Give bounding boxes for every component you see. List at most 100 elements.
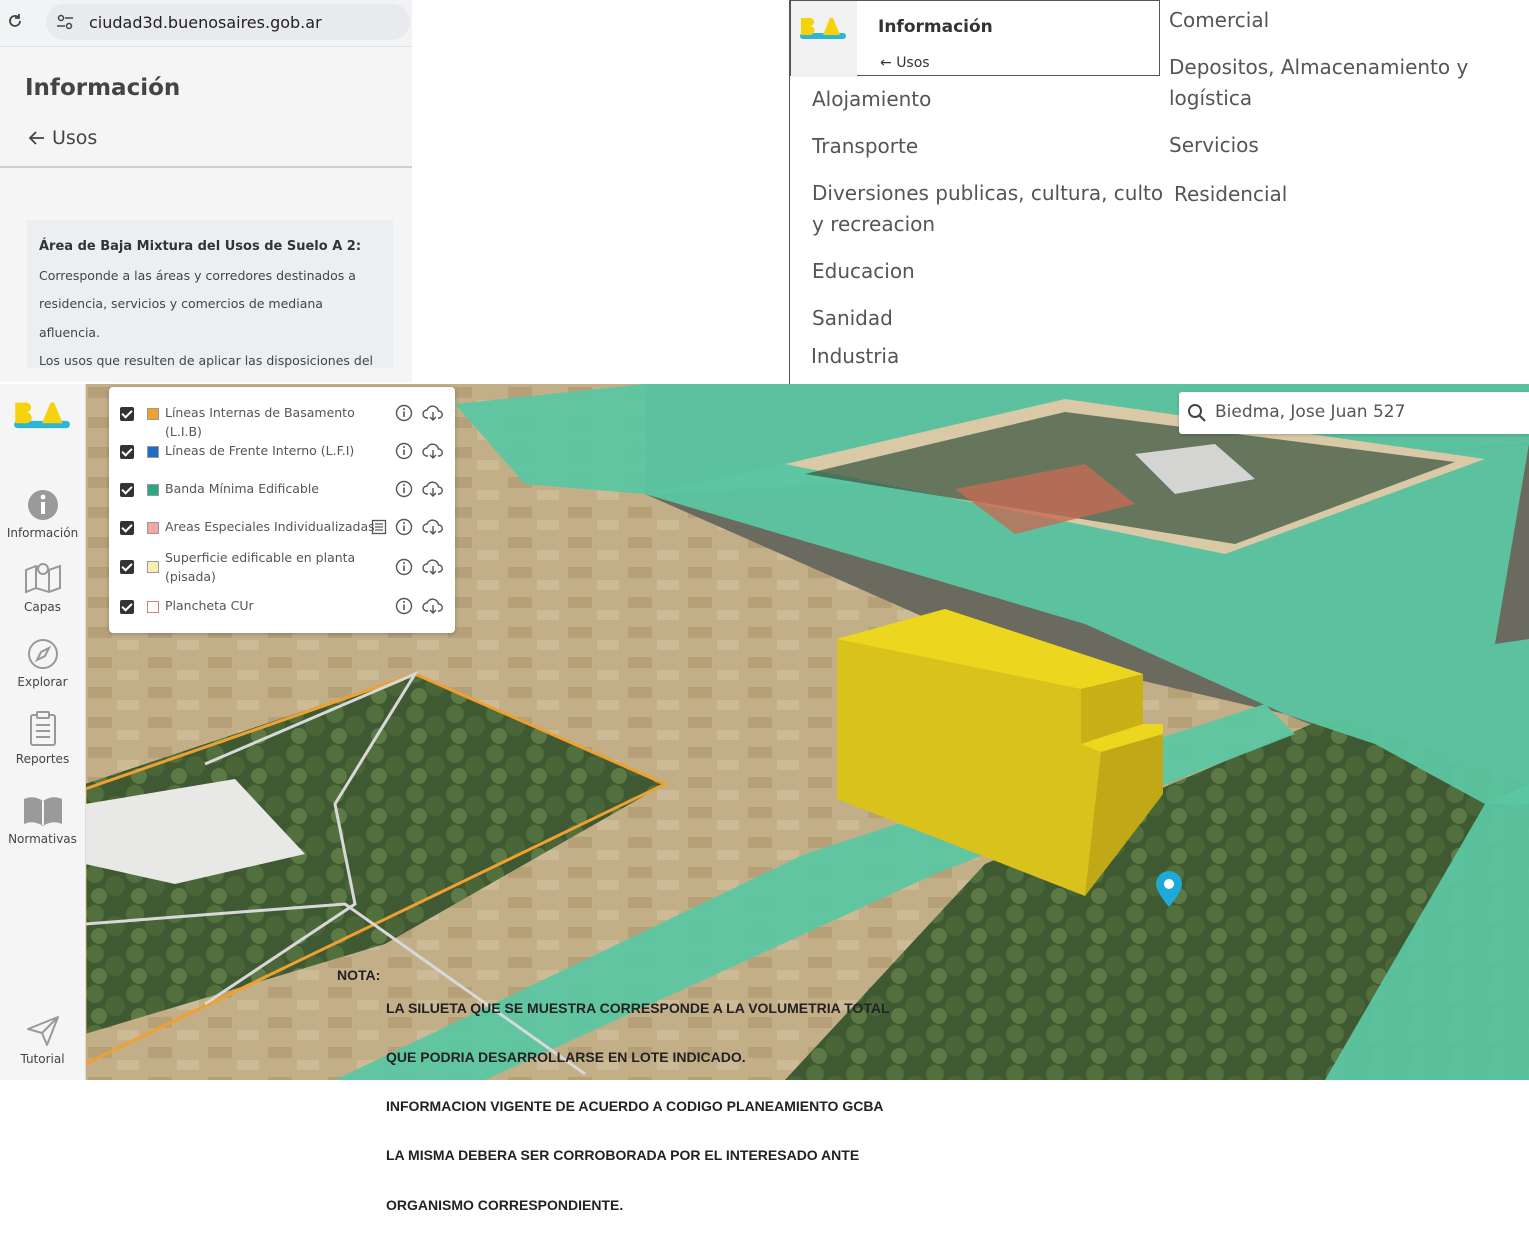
note-line: QUE PODRIA DESARROLLARSE EN LOTE INDICAD…: [386, 1049, 746, 1066]
search-icon[interactable]: [1187, 403, 1207, 423]
divider: [0, 166, 412, 168]
cloud-download-icon[interactable]: [422, 597, 444, 615]
area-line: Corresponde a las áreas y corredores des…: [39, 267, 356, 283]
sidebar-item-normativas[interactable]: Normativas: [0, 794, 85, 846]
cloud-download-icon[interactable]: [422, 518, 444, 536]
address-search[interactable]: Biedma, Jose Juan 527: [1179, 392, 1529, 434]
back-to-usos-link[interactable]: Usos: [28, 127, 97, 149]
map-icon: [24, 563, 61, 594]
sidebar-item-informacion[interactable]: Información: [0, 488, 85, 540]
area-title: Área de Baja Mixtura del Usos de Suelo A…: [39, 239, 362, 254]
layer-checkbox[interactable]: [120, 407, 134, 421]
panel-title: Información: [25, 75, 181, 101]
info-icon: [27, 490, 58, 520]
layer-checkbox[interactable]: [120, 445, 134, 459]
layer-row: Líneas de Frente Interno (L.F.I): [109, 434, 455, 470]
note-line: INFORMACION VIGENTE DE ACUERDO A CODIGO …: [386, 1098, 884, 1115]
use-diversiones[interactable]: Diversiones publicas, cultura, culto: [812, 178, 1163, 209]
sidebar-item-reportes[interactable]: Reportes: [0, 710, 85, 766]
compass-icon: [27, 639, 58, 669]
clipboard-icon: [29, 711, 56, 746]
note-line: LA MISMA DEBERA SER CORROBORADA POR EL I…: [386, 1147, 860, 1164]
layer-checkbox[interactable]: [120, 600, 134, 614]
layer-label: Plancheta CUr: [165, 598, 254, 613]
layer-label: Líneas de Frente Interno (L.F.I): [165, 443, 355, 458]
url-text: ciudad3d.buenosaires.gob.ar: [89, 13, 322, 32]
sidebar: Información Capas Explorar Reportes Norm…: [0, 384, 86, 1080]
note-line: ORGANISMO CORRESPONDIENTE.: [386, 1196, 624, 1213]
layer-checkbox[interactable]: [120, 521, 134, 535]
search-input[interactable]: Biedma, Jose Juan 527: [1215, 402, 1405, 422]
uses-title: Información: [878, 17, 993, 37]
cloud-download-icon[interactable]: [422, 404, 444, 422]
layer-label-line: (pisada): [165, 569, 216, 584]
use-depositos-cont[interactable]: logística: [1169, 83, 1252, 114]
layer-checkbox[interactable]: [120, 483, 134, 497]
site-settings-icon[interactable]: [56, 14, 74, 30]
layer-color-swatch: [147, 446, 159, 458]
sidebar-item-explorar[interactable]: Explorar: [0, 637, 85, 689]
layer-label: Superficie edificable en planta (pisada): [165, 548, 385, 586]
use-servicios[interactable]: Servicios: [1169, 130, 1259, 161]
uses-back-label: Usos: [896, 55, 930, 71]
info-icon[interactable]: [395, 404, 413, 422]
use-depositos[interactable]: Depositos, Almacenamiento y: [1169, 52, 1468, 83]
cloud-download-icon[interactable]: [422, 480, 444, 498]
info-icon[interactable]: [395, 597, 413, 615]
area-line: Los usos que resulten de aplicar las dis…: [39, 353, 373, 369]
note-label: NOTA:: [337, 967, 381, 983]
info-icon[interactable]: [395, 558, 413, 576]
cloud-download-icon[interactable]: [422, 558, 444, 576]
ba-logo-icon: [800, 18, 846, 39]
layer-row: Superficie edificable en planta (pisada): [109, 548, 455, 592]
sidebar-item-label: Normativas: [8, 832, 77, 846]
note-body: LA SILUETA QUE SE MUESTRA CORRESPONDE A …: [386, 967, 946, 1246]
use-residencial[interactable]: Residencial: [1174, 179, 1287, 210]
sidebar-item-label: Explorar: [17, 675, 68, 689]
info-icon[interactable]: [395, 442, 413, 460]
browser-address-bar: ciudad3d.buenosaires.gob.ar: [0, 0, 412, 47]
layer-row: Plancheta CUr: [109, 589, 455, 625]
layer-color-swatch: [147, 484, 159, 496]
use-sanidad[interactable]: Sanidad: [812, 303, 893, 334]
layer-color-swatch: [147, 522, 159, 534]
info-icon[interactable]: [395, 480, 413, 498]
sidebar-item-label: Reportes: [15, 752, 70, 766]
back-label: Usos: [52, 127, 98, 149]
info-icon[interactable]: [395, 518, 413, 536]
uses-back-link[interactable]: ← Usos: [880, 55, 930, 71]
layer-label: Banda Mínima Edificable: [165, 481, 319, 496]
layer-checkbox[interactable]: [120, 560, 134, 574]
layers-panel: Líneas Internas de Basamento (L.I.B) Lín…: [109, 387, 455, 633]
location-pin-icon[interactable]: [1154, 870, 1184, 908]
layer-row: Banda Mínima Edificable: [109, 472, 455, 508]
arrow-left-icon: [28, 131, 44, 145]
table-icon[interactable]: [371, 519, 387, 535]
logo-box: [791, 1, 857, 77]
send-icon: [26, 1016, 59, 1046]
use-comercial[interactable]: Comercial: [1169, 5, 1269, 36]
sidebar-item-capas[interactable]: Capas: [0, 560, 85, 614]
sidebar-item-label: Capas: [24, 600, 61, 614]
use-diversiones-cont[interactable]: y recreacion: [812, 209, 935, 240]
note-line: LA SILUETA QUE SE MUESTRA CORRESPONDE A …: [386, 999, 890, 1016]
use-industria[interactable]: Industria: [811, 341, 899, 372]
layer-color-swatch: [147, 408, 159, 420]
ba-logo-icon[interactable]: [12, 399, 72, 433]
cloud-download-icon[interactable]: [422, 442, 444, 460]
layer-color-swatch: [147, 561, 159, 573]
info-panel: Información Usos Área de Baja Mixtura de…: [0, 47, 412, 397]
arrow-left-icon: ←: [880, 55, 892, 71]
reload-icon[interactable]: [6, 12, 24, 30]
sidebar-item-tutorial[interactable]: Tutorial: [0, 1014, 85, 1066]
uses-panel: Información ← Usos Alojamiento Transport…: [789, 0, 1529, 388]
use-alojamiento[interactable]: Alojamiento: [812, 84, 931, 115]
url-field[interactable]: ciudad3d.buenosaires.gob.ar: [46, 4, 410, 40]
use-transporte[interactable]: Transporte: [812, 131, 918, 162]
book-icon: [23, 797, 62, 826]
use-educacion[interactable]: Educacion: [812, 256, 915, 287]
sidebar-item-label: Información: [6, 526, 79, 540]
layer-row: Líneas Internas de Basamento (L.I.B): [109, 396, 455, 439]
layer-row: Areas Especiales Individualizadas: [109, 510, 455, 546]
area-line: residencia, servicios y comercios de med…: [39, 296, 323, 340]
